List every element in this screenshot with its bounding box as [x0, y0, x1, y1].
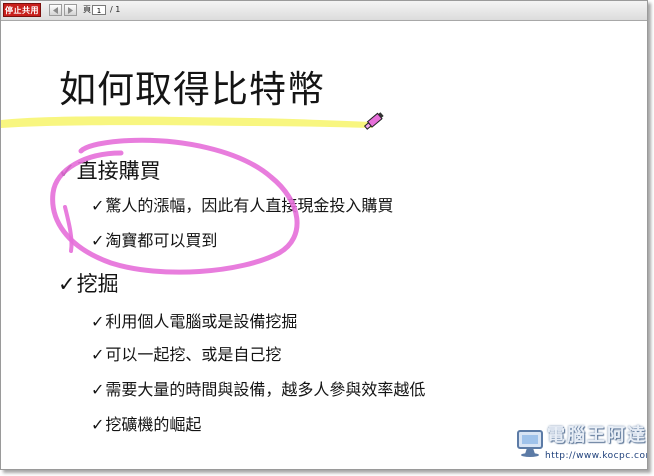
stop-sharing-button[interactable]: 停止共用 — [3, 3, 41, 17]
kocpc-watermark: 電腦王阿達 http://www.kocpc.com.tw — [515, 421, 647, 469]
bullet-level2-taobao: ✓淘寶都可以買到 — [91, 230, 217, 252]
previous-page-button[interactable] — [49, 4, 62, 16]
bullet-level2-together: ✓可以一起挖、或是自己挖 — [91, 344, 281, 366]
watermark-name: 電腦王阿達 — [547, 425, 647, 446]
bullet-text: 需要大量的時間與設備，越多人參與效率越低 — [105, 380, 426, 399]
check-icon: ✓ — [91, 231, 105, 250]
presentation-toolbar: 停止共用 頁 1 / 1 — [1, 1, 647, 21]
presentation-window: 停止共用 頁 1 / 1 如何取得比特幣 ✓直接購買 ✓驚人的漲幅，因此有人直接… — [0, 0, 648, 470]
bullet-text: 驚人的漲幅，因此有人直接現金投入購買 — [105, 196, 394, 215]
computer-monitor-logo-icon — [517, 430, 543, 457]
check-icon: ✓ — [91, 312, 105, 331]
bullet-text: 淘寶都可以買到 — [105, 231, 218, 250]
bullet-level2-time: ✓需要大量的時間與設備，越多人參與效率越低 — [91, 379, 425, 401]
bullet-text: 挖掘 — [76, 272, 119, 296]
bullet-text: 可以一起挖、或是自己挖 — [105, 345, 282, 364]
check-icon: ✓ — [91, 380, 105, 399]
page-total: / 1 — [110, 5, 121, 14]
next-page-button[interactable] — [64, 4, 77, 16]
page-number-input[interactable]: 1 — [92, 5, 106, 15]
bullet-text: 直接購買 — [76, 159, 161, 183]
check-icon: ✓ — [91, 345, 105, 364]
check-icon: ✓ — [58, 159, 76, 183]
bullet-level2-miner: ✓挖礦機的崛起 — [91, 414, 201, 436]
bullet-text: 挖礦機的崛起 — [105, 415, 202, 434]
check-icon: ✓ — [91, 196, 105, 215]
bullet-level1-buy: ✓直接購買 — [58, 157, 161, 185]
check-icon: ✓ — [91, 415, 105, 434]
watermark-url: http://www.kocpc.com.tw — [545, 451, 647, 461]
slide-title: 如何取得比特幣 — [59, 68, 325, 111]
check-icon: ✓ — [58, 272, 76, 296]
triangle-right-icon — [68, 7, 73, 14]
bullet-level1-mining: ✓挖掘 — [58, 270, 119, 298]
page-label: 頁 — [83, 5, 91, 14]
bullet-level2-surge: ✓驚人的漲幅，因此有人直接現金投入購買 — [91, 195, 393, 217]
triangle-left-icon — [53, 7, 58, 14]
bullet-text: 利用個人電腦或是設備挖掘 — [105, 312, 298, 331]
bullet-level2-pc: ✓利用個人電腦或是設備挖掘 — [91, 311, 297, 333]
